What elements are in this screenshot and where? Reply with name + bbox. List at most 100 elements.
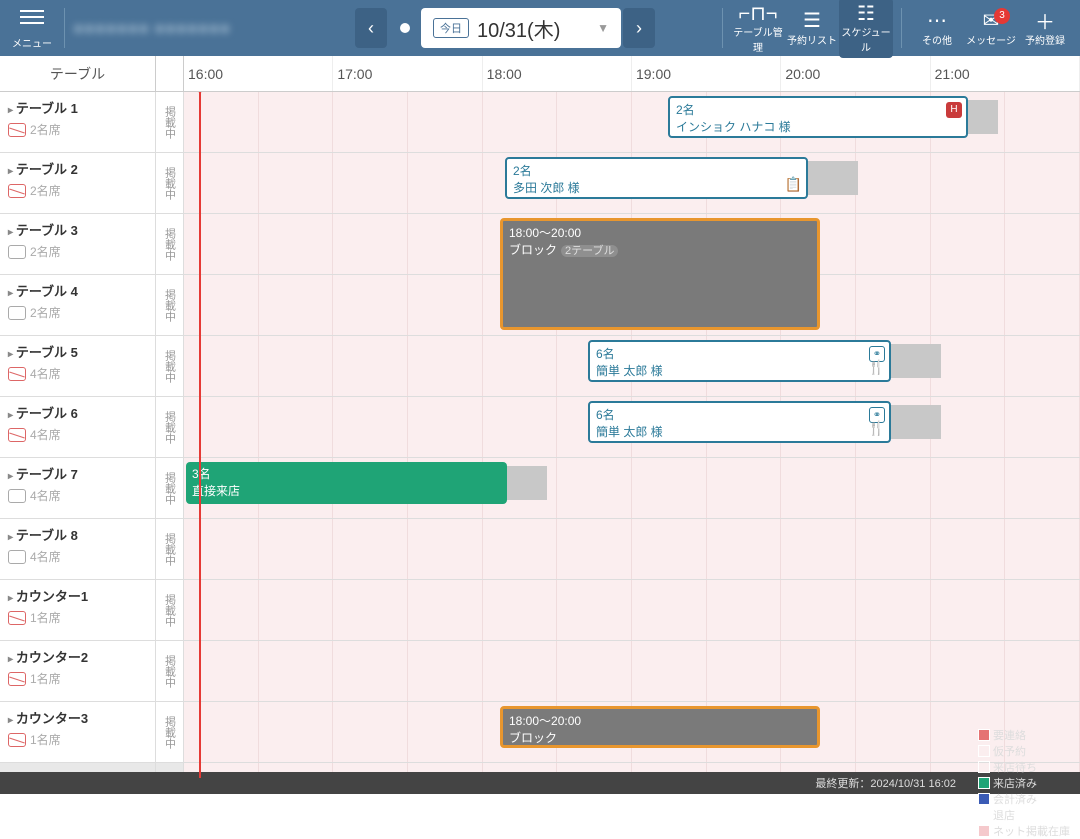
posted-status-cell: 掲載中 xyxy=(156,92,184,152)
today-dot-button[interactable] xyxy=(389,8,421,48)
posted-status-cell: 掲載中 xyxy=(156,641,184,701)
block-label: ブロック xyxy=(509,729,811,746)
smoking-icon xyxy=(8,428,26,442)
table-cell[interactable]: テーブル 1 2名席 xyxy=(0,92,156,152)
seat-count: 4名席 xyxy=(30,487,61,504)
chevron-down-icon: ▼ xyxy=(597,21,609,35)
table-name: カウンター2 xyxy=(8,647,147,666)
legend-item: 要連絡 xyxy=(978,727,1070,743)
timeline-cell[interactable] xyxy=(184,641,1080,701)
posted-status-cell: 掲載中 xyxy=(156,397,184,457)
separator xyxy=(722,8,723,48)
posted-label: 掲載中 xyxy=(162,533,178,566)
booking-buffer xyxy=(507,466,547,500)
table-row: テーブル 84名席掲載中 xyxy=(0,519,1080,580)
legend-label: 会計済み xyxy=(993,791,1037,807)
time-scale: 16:0017:0018:0019:0020:0021:00 xyxy=(184,56,1080,91)
schedule-body: テーブル 12名席掲載中2名インショク ハナコ 様Hテーブル 22名席掲載中2名… xyxy=(0,92,1080,778)
table-cell[interactable]: テーブル 64名席 xyxy=(0,397,156,457)
table-cell[interactable]: テーブル 22名席 xyxy=(0,153,156,213)
schedule-button[interactable]: ☷ スケジュール xyxy=(839,0,893,58)
smoking-icon xyxy=(8,733,26,747)
legend-label: 来店待ち xyxy=(993,759,1037,775)
legend-item: 来店済み xyxy=(978,775,1070,791)
table-cell[interactable]: テーブル 84名席 xyxy=(0,519,156,579)
legend-swatch xyxy=(978,793,990,805)
more-icon: ⋯ xyxy=(910,10,964,32)
list-icon: ☰ xyxy=(785,10,839,32)
note-icon: 📋 xyxy=(785,176,802,193)
today-badge: 今日 xyxy=(433,18,469,38)
smoking-icon xyxy=(8,245,26,259)
prev-day-button[interactable]: ‹ xyxy=(355,8,387,48)
table-name: テーブル 1 xyxy=(8,98,147,117)
store-name[interactable]: ●●●●●●● ●●●●●●● xyxy=(73,18,353,39)
posted-status-cell: 掲載中 xyxy=(156,336,184,396)
block-time: 18:00～20:00 xyxy=(509,224,811,241)
table-row: テーブル 32名席掲載中18:00～20:00ブロック2テーブル xyxy=(0,214,1080,275)
posted-status-cell: 掲載中 xyxy=(156,702,184,762)
legend-label: 来店済み xyxy=(993,775,1037,791)
next-day-button[interactable]: › xyxy=(623,8,655,48)
table-row: テーブル 22名席掲載中 2名多田 次郎 様📋 xyxy=(0,153,1080,214)
table-icon: ⌐⊓¬ xyxy=(731,2,785,24)
status-footer: 最終更新：2024/10/31 16:02 要連絡仮予約来店待ち来店済み会計済み… xyxy=(0,772,1080,794)
table-cell[interactable]: テーブル 42名席 xyxy=(0,275,156,335)
table-row: テーブル 74名席掲載中 3名直接来店 xyxy=(0,458,1080,519)
legend-label: 仮予約 xyxy=(993,743,1026,759)
seat-count: 2名席 xyxy=(30,121,61,138)
legend-swatch xyxy=(978,777,990,789)
timeline-cell[interactable] xyxy=(184,519,1080,579)
envelope-icon: ✉3 xyxy=(964,10,1018,32)
guest-count: 2名 xyxy=(676,101,960,118)
reservation-item[interactable]: 3名直接来店 xyxy=(186,462,507,504)
posted-label: 掲載中 xyxy=(162,472,178,505)
block-item[interactable]: 18:00～20:00ブロック xyxy=(500,706,820,748)
table-cell[interactable]: テーブル 74名席 xyxy=(0,458,156,518)
posted-label: 掲載中 xyxy=(162,350,178,383)
date-picker[interactable]: 今日 10/31(木) ▼ xyxy=(421,8,621,48)
separator xyxy=(901,8,902,48)
other-button[interactable]: ⋯ その他 xyxy=(910,10,964,47)
reservation-item[interactable]: 2名インショク ハナコ 様H xyxy=(668,96,968,138)
timeline-cell[interactable] xyxy=(184,580,1080,640)
booking-buffer xyxy=(808,161,858,195)
posted-label: 掲載中 xyxy=(162,106,178,139)
guest-name: 簡単 太郎 様 xyxy=(596,362,883,379)
message-button[interactable]: ✉3 メッセージ xyxy=(964,10,1018,47)
menu-button[interactable]: メニュー xyxy=(8,6,56,50)
legend-item: 会計済み xyxy=(978,791,1070,807)
legend-item: 仮予約 xyxy=(978,743,1070,759)
posted-status-cell: 掲載中 xyxy=(156,458,184,518)
table-cell[interactable]: カウンター11名席 xyxy=(0,580,156,640)
table-cell[interactable]: テーブル 32名席 xyxy=(0,214,156,274)
note-icon: 🍴 xyxy=(868,359,885,376)
block-item[interactable]: 18:00～20:00ブロック2テーブル xyxy=(500,218,820,330)
table-management-button[interactable]: ⌐⊓¬ テーブル管理 xyxy=(731,2,785,54)
seat-count: 4名席 xyxy=(30,365,61,382)
reserve-list-button[interactable]: ☰ 予約リスト xyxy=(785,10,839,47)
table-cell[interactable]: テーブル 54名席 xyxy=(0,336,156,396)
hour-label: 20:00 xyxy=(781,56,930,91)
posted-status-cell: 掲載中 xyxy=(156,519,184,579)
table-cell[interactable]: カウンター31名席 xyxy=(0,702,156,762)
guest-count: 6名 xyxy=(596,406,883,423)
smoking-icon xyxy=(8,306,26,320)
seat-count: 4名席 xyxy=(30,426,61,443)
reservation-item[interactable]: 2名多田 次郎 様📋 xyxy=(505,157,808,199)
posted-status-cell: 掲載中 xyxy=(156,275,184,335)
reservation-item[interactable]: 6名簡単 太郎 様⚭🍴 xyxy=(588,340,891,382)
table-cell[interactable]: カウンター21名席 xyxy=(0,641,156,701)
legend-item: ネット掲載在庫 xyxy=(978,823,1070,839)
posted-status-cell: 掲載中 xyxy=(156,153,184,213)
seat-count: 1名席 xyxy=(30,731,61,748)
add-reservation-button[interactable]: ＋ 予約登録 xyxy=(1018,10,1072,47)
table-row: テーブル 1 2名席 掲載中 2名インショク ハナコ 様H xyxy=(0,92,1080,153)
legend-item: 来店待ち xyxy=(978,759,1070,775)
message-badge: 3 xyxy=(994,8,1010,24)
table-name: テーブル 3 xyxy=(8,220,147,239)
seat-count: 2名席 xyxy=(30,304,61,321)
reservation-item[interactable]: 6名簡単 太郎 様⚭🍴 xyxy=(588,401,891,443)
block-table-count: 2テーブル xyxy=(561,245,618,257)
seat-count: 1名席 xyxy=(30,609,61,626)
